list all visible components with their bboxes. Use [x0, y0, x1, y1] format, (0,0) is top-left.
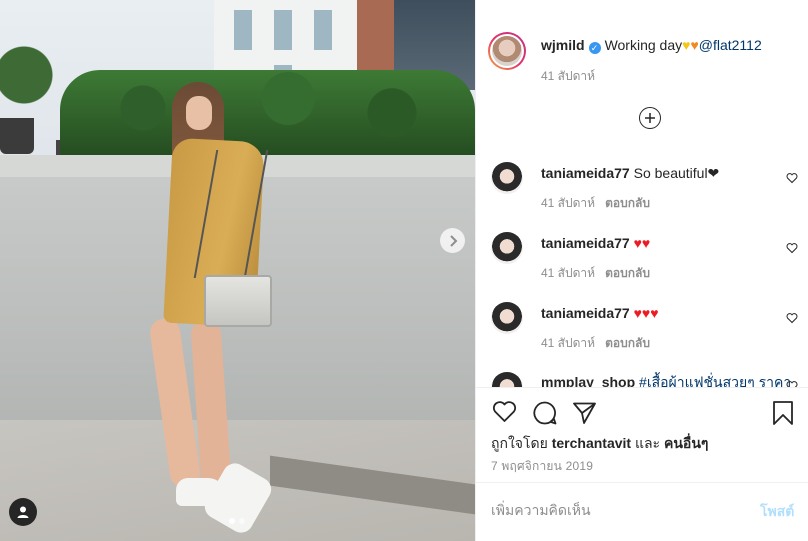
likes-others-link[interactable]: คนอื่นๆ [664, 435, 708, 451]
bookmark-icon[interactable] [772, 400, 794, 426]
commenter-username[interactable]: taniameida77 [541, 165, 630, 181]
load-more-comments-button[interactable] [639, 107, 661, 129]
commenter-avatar[interactable] [491, 162, 523, 194]
commenter-avatar[interactable] [491, 372, 523, 387]
post-comment-button[interactable]: โพสต์ [760, 501, 794, 523]
chevron-right-icon [449, 234, 457, 247]
divider [475, 387, 808, 388]
red-heart-icon: ♥ [633, 235, 642, 251]
heart-icon[interactable] [786, 242, 798, 254]
caption-mention[interactable]: @flat2112 [699, 37, 762, 53]
comment-item: taniameida77 ♥♥ 41 สัปดาห์ ตอบกลับ [475, 230, 808, 300]
commenter-username[interactable]: mmplay_shop [541, 374, 635, 387]
comment-timestamp: 41 สัปดาห์ [541, 336, 596, 350]
heart-icon[interactable] [786, 172, 798, 184]
photo-figure-face [186, 96, 212, 130]
heart-icon[interactable] [492, 400, 517, 424]
orange-heart-icon: ♥ [690, 37, 699, 53]
carousel-next-button[interactable] [440, 228, 465, 253]
post-action-bar [492, 400, 797, 426]
heart-icon[interactable] [786, 312, 798, 324]
commenter-avatar[interactable] [491, 232, 523, 264]
comment-item: taniameida77 So beautiful❤ 41 สัปดาห์ ตอบ… [475, 160, 808, 230]
author-username[interactable]: wjmild [541, 37, 585, 53]
verified-badge-icon: ✓ [588, 42, 601, 54]
comment-item: taniameida77 ♥♥♥ 41 สัปดาห์ ตอบกลับ [475, 300, 808, 370]
post-media[interactable] [0, 0, 475, 541]
caption-timestamp: 41 สัปดาห์ [541, 69, 596, 83]
photo-bag [204, 275, 272, 327]
carousel-dot [239, 518, 245, 524]
commenter-username[interactable]: taniameida77 [541, 305, 630, 321]
heart-icon[interactable] [786, 380, 798, 387]
caption-text: Working day [604, 37, 683, 53]
comment-hashtag[interactable]: #เสื้อผ้าแฟชั่นสวยๆ ราคา [639, 374, 791, 387]
comment-icon[interactable] [532, 400, 558, 426]
commenter-username[interactable]: taniameida77 [541, 235, 630, 251]
comment-item-clipped: mmplay_shop #เสื้อผ้าแฟชั่นสวยๆ ราคา [475, 370, 808, 387]
carousel-indicator [229, 518, 245, 524]
comment-timestamp: 41 สัปดาห์ [541, 196, 596, 210]
photo-plant [0, 20, 60, 130]
post-date: 7 พฤศจิกายน 2019 [491, 459, 594, 473]
user-tags-button[interactable] [9, 498, 37, 526]
carousel-dot-active [229, 518, 235, 524]
red-heart-icon: ♥ [641, 305, 651, 321]
plus-circle-icon [645, 113, 655, 123]
post-caption: wjmild ✓ Working day♥♥@flat2112 [541, 36, 762, 54]
user-tag-icon [17, 506, 29, 518]
author-avatar[interactable] [488, 32, 526, 70]
comment-input[interactable] [491, 500, 731, 520]
comment-text: So beautiful❤ [633, 165, 720, 181]
photo-pot [0, 118, 34, 154]
red-heart-icon: ♥ [641, 235, 651, 251]
comment-reply-button[interactable]: ตอบกลับ [605, 196, 650, 210]
red-heart-icon: ♥ [633, 305, 642, 321]
avatar [492, 36, 522, 66]
liker-username[interactable]: terchantavit [552, 435, 631, 451]
comment-reply-button[interactable]: ตอบกลับ [605, 266, 650, 280]
red-heart-icon: ♥ [650, 305, 659, 321]
divider [475, 482, 808, 483]
likes-summary: ถูกใจโดย terchantavit และ คนอื่นๆ [491, 435, 709, 451]
yellow-heart-icon: ♥ [682, 37, 691, 53]
comment-reply-button[interactable]: ตอบกลับ [605, 336, 650, 350]
comment-timestamp: 41 สัปดาห์ [541, 266, 596, 280]
share-icon[interactable] [572, 401, 597, 425]
commenter-avatar[interactable] [491, 302, 523, 334]
